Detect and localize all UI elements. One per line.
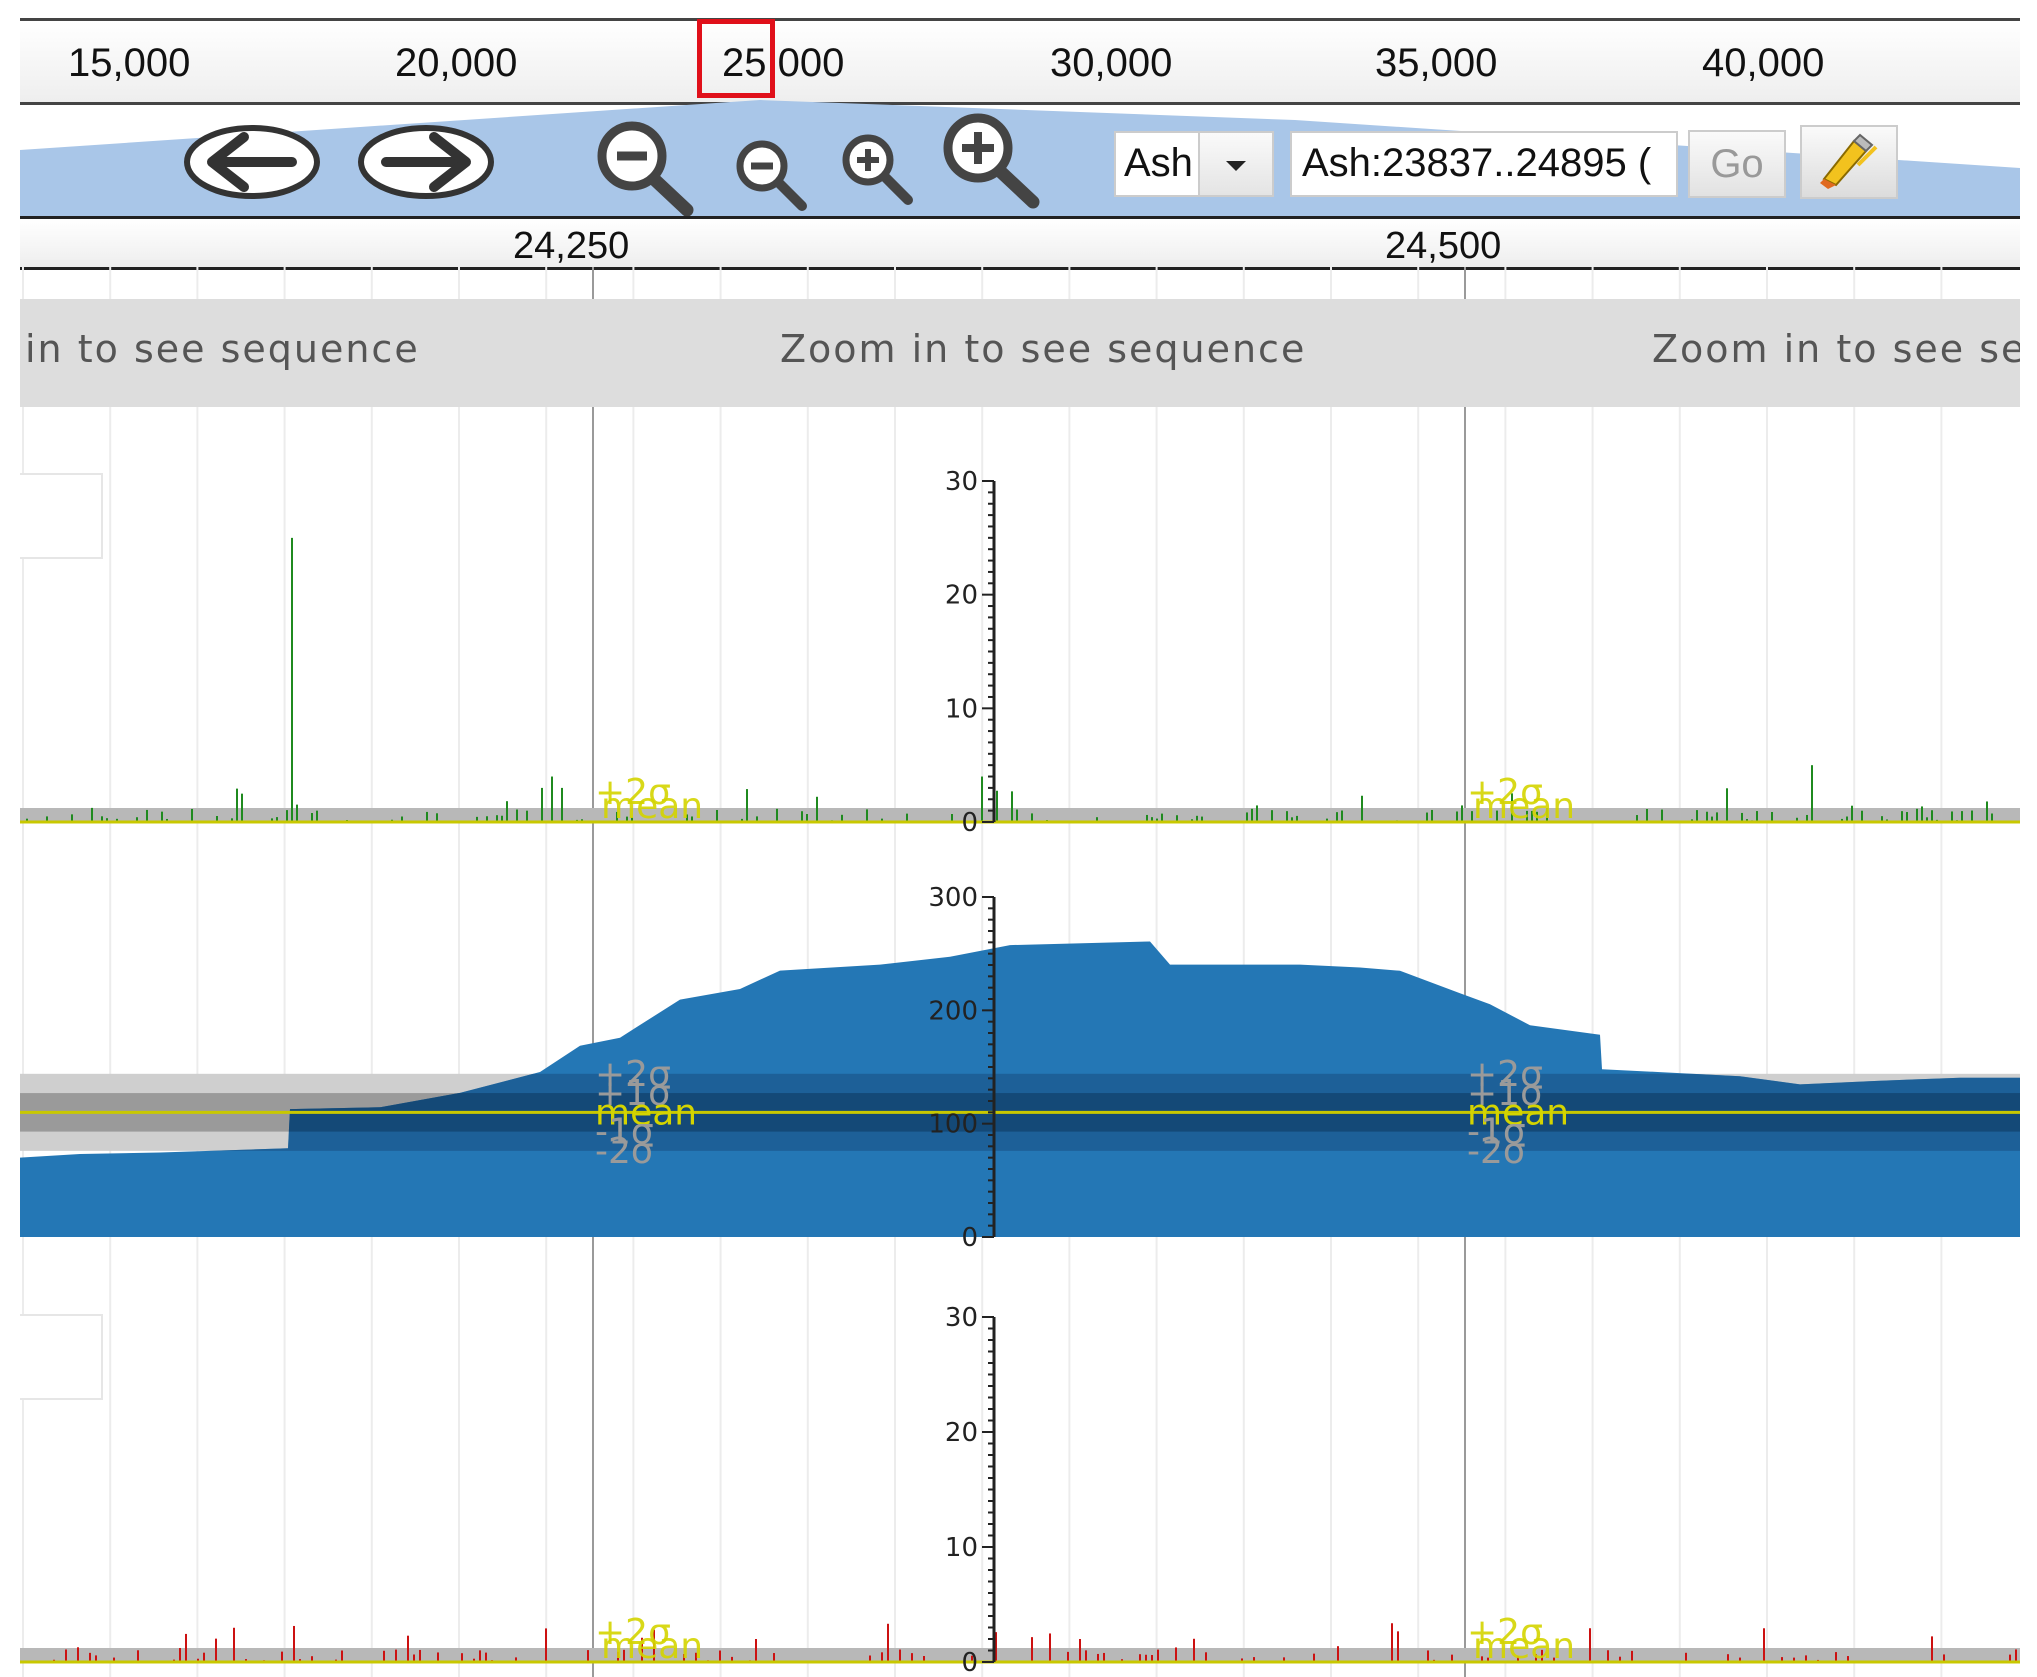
go-button[interactable]: Go xyxy=(1688,130,1786,198)
stat-label-mean: mean xyxy=(1473,786,1575,827)
highlight-button[interactable] xyxy=(1800,125,1898,199)
overview-tick: 15,000 xyxy=(68,41,191,85)
y-axis-tick-label: 0 xyxy=(961,808,978,838)
pan-left-button[interactable] xyxy=(182,123,322,206)
y-axis-tick-label: 20 xyxy=(945,581,978,611)
track-label-box[interactable] xyxy=(20,473,103,559)
overview-location-marker[interactable] xyxy=(697,19,775,98)
reference-select-value: Ash xyxy=(1124,141,1193,185)
sequence-message: Zoom in to see sequence xyxy=(780,327,1307,371)
detail-ruler: 24,250 24,500 xyxy=(20,216,2020,270)
location-input-value: Ash:23837..24895 ( xyxy=(1302,141,1652,185)
stat-label-mean: mean xyxy=(601,786,703,827)
y-axis-tick-label: 20 xyxy=(945,1418,978,1448)
sequence-message: in to see sequence xyxy=(25,327,420,371)
zoom-out-small-button[interactable] xyxy=(732,136,812,217)
zoom-out-small-icon xyxy=(736,140,807,211)
detail-tick: 24,250 xyxy=(513,225,630,267)
chevron-down-icon xyxy=(1226,161,1246,171)
reference-select-toggle[interactable] xyxy=(1198,133,1272,195)
tracks-area[interactable]: 30 20 10 0 +2σ mean +2σ mean 300 200 100 0 +2σ +1σ me… xyxy=(20,267,2020,1677)
stat-label-minus2sigma: -2σ xyxy=(1467,1131,1526,1172)
deviation-band xyxy=(20,808,2020,822)
reference-select[interactable]: Ash xyxy=(1114,131,1274,197)
detail-tick: 24,500 xyxy=(1385,225,1502,267)
arrow-right-icon xyxy=(358,125,494,199)
stat-label-mean: mean xyxy=(601,1626,703,1667)
go-button-label: Go xyxy=(1710,142,1764,186)
y-axis-tick-label: 300 xyxy=(928,883,978,913)
y-axis-tick-label: 0 xyxy=(961,1648,978,1677)
overview-tick: 20,000 xyxy=(395,41,518,85)
navigation-bar: Ash Ash:23837..24895 ( Go xyxy=(20,100,2020,217)
stat-label-minus2sigma: -2σ xyxy=(595,1131,654,1172)
y-axis-tick-label: 10 xyxy=(945,694,978,724)
sequence-message: Zoom in to see seq xyxy=(1652,327,2020,371)
y-axis-tick-label: 10 xyxy=(945,1533,978,1563)
arrow-left-icon xyxy=(184,125,320,199)
zoom-out-large-button[interactable] xyxy=(592,118,702,223)
deviation-band xyxy=(20,1648,2020,1662)
y-axis-tick-label: 200 xyxy=(928,996,978,1026)
stat-label-mean: mean xyxy=(1473,1626,1575,1667)
zoom-in-large-button[interactable] xyxy=(938,110,1048,215)
overview-tick: 30,000 xyxy=(1050,41,1173,85)
y-axis-tick-label: 0 xyxy=(961,1223,978,1253)
highlighter-icon xyxy=(1820,133,1878,189)
overview-ruler[interactable]: 15,000 20,000 25,000 30,000 35,000 40,00… xyxy=(20,18,2020,105)
overview-tick: 35,000 xyxy=(1375,41,1498,85)
tracks-canvas: 3020100+2σmean +2σmean 3002001000+2σ+1σme… xyxy=(20,267,2020,1677)
zoom-out-large-icon xyxy=(597,121,694,217)
y-axis-tick-label: 30 xyxy=(945,1303,978,1333)
zoom-in-small-icon xyxy=(842,134,913,205)
y-axis-tick-label: 100 xyxy=(928,1110,978,1140)
zoom-in-small-button[interactable] xyxy=(838,130,918,211)
track-label-box[interactable] xyxy=(20,1314,103,1400)
y-axis-tick-label: 30 xyxy=(945,467,978,497)
overview-tick: 40,000 xyxy=(1702,41,1825,85)
location-input[interactable]: Ash:23837..24895 ( xyxy=(1290,131,1678,197)
pan-right-button[interactable] xyxy=(356,123,496,206)
zoom-in-large-icon xyxy=(943,113,1040,209)
